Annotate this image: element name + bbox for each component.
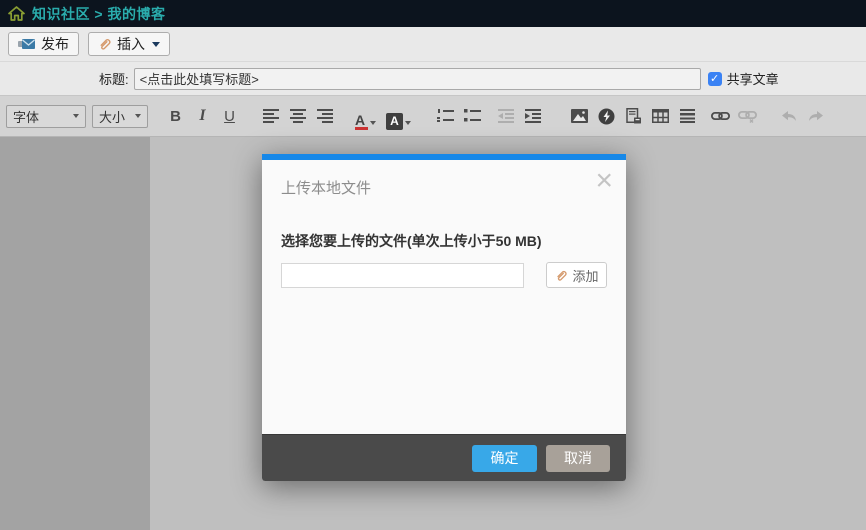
dialog-header: 上传本地文件 × <box>262 160 626 198</box>
editor-gutter <box>0 137 150 530</box>
upload-dialog: 上传本地文件 × 选择您要上传的文件(单次上传小于50 MB) 添加 确定 取消 <box>262 154 626 481</box>
page-break-button[interactable] <box>620 103 647 130</box>
upload-instruction: 选择您要上传的文件(单次上传小于50 MB) <box>281 231 607 251</box>
chevron-down-icon <box>135 114 141 118</box>
add-file-button[interactable]: 添加 <box>546 262 607 288</box>
chevron-down-icon <box>405 121 411 125</box>
share-article-option: ✓ 共享文章 <box>708 69 779 88</box>
background-color-button[interactable]: A <box>385 103 412 130</box>
font-family-select[interactable]: 字体 <box>6 105 86 128</box>
publish-label: 发布 <box>41 34 69 54</box>
redo-icon <box>808 110 824 122</box>
title-bar: 标题: ✓ 共享文章 <box>0 62 866 96</box>
page-break-icon <box>626 108 641 124</box>
flash-media-icon <box>598 108 615 125</box>
italic-button[interactable]: I <box>189 103 216 130</box>
cancel-button[interactable]: 取消 <box>546 445 610 472</box>
outdent-button <box>492 103 519 130</box>
share-label: 共享文章 <box>727 69 779 88</box>
image-icon <box>571 109 588 123</box>
remove-link-button <box>734 103 761 130</box>
table-icon <box>652 109 669 123</box>
horizontal-rule-button[interactable] <box>674 103 701 130</box>
title-label: 标题: <box>99 69 129 88</box>
file-row: 添加 <box>281 262 607 288</box>
paperclip-icon <box>98 37 112 51</box>
insert-table-button[interactable] <box>647 103 674 130</box>
title-input[interactable] <box>134 68 701 90</box>
align-left-icon <box>263 109 279 123</box>
indent-icon <box>525 109 541 123</box>
background-color-icon: A <box>386 113 403 130</box>
text-color-button[interactable]: A <box>352 103 379 130</box>
undo-icon <box>781 110 797 122</box>
align-left-button[interactable] <box>257 103 284 130</box>
font-family-label: 字体 <box>13 107 39 126</box>
insert-link-button[interactable] <box>707 103 734 130</box>
publish-envelope-icon <box>18 38 36 50</box>
paperclip-icon <box>555 269 568 282</box>
text-color-icon: A <box>355 114 368 130</box>
indent-button[interactable] <box>519 103 546 130</box>
close-icon[interactable]: × <box>595 166 613 196</box>
insert-flash-button[interactable] <box>593 103 620 130</box>
redo-button <box>802 103 829 130</box>
top-navbar: 知识社区 > 我的博客 <box>0 0 866 27</box>
ordered-list-icon <box>437 109 454 123</box>
dialog-title: 上传本地文件 <box>281 180 371 197</box>
align-center-icon <box>290 109 306 123</box>
publish-button[interactable]: 发布 <box>8 32 79 56</box>
format-toolbar: 字体 大小 B I U A A <box>0 96 866 137</box>
underline-button[interactable]: U <box>216 103 243 130</box>
bold-button[interactable]: B <box>162 103 189 130</box>
breadcrumb[interactable]: 知识社区 > 我的博客 <box>32 4 165 24</box>
link-icon <box>711 111 730 121</box>
ordered-list-button[interactable] <box>432 103 459 130</box>
align-right-icon <box>317 109 333 123</box>
horizontal-rule-icon <box>680 109 695 123</box>
insert-button[interactable]: 插入 <box>88 32 170 56</box>
ok-button[interactable]: 确定 <box>472 445 537 472</box>
outdent-icon <box>498 109 514 123</box>
insert-image-button[interactable] <box>566 103 593 130</box>
unlink-icon <box>738 110 757 123</box>
add-file-label: 添加 <box>573 266 599 285</box>
action-bar: 发布 插入 <box>0 27 866 62</box>
dialog-body: 选择您要上传的文件(单次上传小于50 MB) 添加 <box>262 198 626 434</box>
share-checkbox[interactable]: ✓ <box>708 72 722 86</box>
bullet-list-icon <box>464 109 481 123</box>
font-size-select[interactable]: 大小 <box>92 105 148 128</box>
bullet-list-button[interactable] <box>459 103 486 130</box>
dialog-footer: 确定 取消 <box>262 434 626 481</box>
file-path-input[interactable] <box>281 263 524 288</box>
chevron-down-icon <box>370 121 376 125</box>
align-center-button[interactable] <box>284 103 311 130</box>
align-right-button[interactable] <box>311 103 338 130</box>
home-icon[interactable] <box>8 6 25 21</box>
chevron-down-icon <box>73 114 79 118</box>
undo-button <box>775 103 802 130</box>
font-size-label: 大小 <box>99 107 125 126</box>
insert-label: 插入 <box>117 34 145 54</box>
chevron-down-icon <box>152 42 160 47</box>
